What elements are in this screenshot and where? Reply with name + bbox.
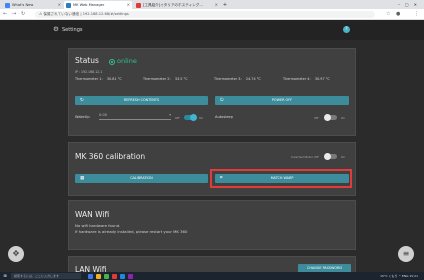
gear-icon: ⚙ bbox=[53, 25, 59, 33]
os-taskbar: ⊞ 検索するには、ここに入力します 15°C くもり ^ ENG 15:21 bbox=[0, 272, 424, 280]
thermometer-1: Thermometer 1: 30.81 °C bbox=[75, 77, 122, 81]
status-heading: Status bbox=[75, 56, 99, 65]
tab-favicon-icon bbox=[66, 2, 71, 8]
app-icon[interactable] bbox=[112, 273, 117, 279]
browser-tab-strip: What's New × MK Web Manager × [工具紹介]イタリア… bbox=[0, 0, 424, 9]
power-icon: ⏻ bbox=[220, 98, 224, 103]
app-icon[interactable] bbox=[88, 273, 93, 279]
power-off-button[interactable]: ⏻ POWER OFF bbox=[215, 96, 349, 105]
autosleep-label: Autosleep bbox=[215, 115, 233, 119]
new-tab-button[interactable]: + bbox=[221, 1, 229, 9]
online-status-icon bbox=[109, 59, 115, 65]
taskbar-search[interactable]: 検索するには、ここに入力します bbox=[11, 273, 81, 279]
browser-tab[interactable]: What's New × bbox=[3, 1, 63, 9]
tab-close-icon[interactable]: × bbox=[127, 1, 130, 9]
status-card: Status online IP : 192.168.12.1 Thermome… bbox=[68, 48, 356, 136]
inverted-motor-toggle[interactable] bbox=[324, 153, 337, 160]
wan-wifi-card: WAN Wifi No wifi hardware found. If hard… bbox=[68, 200, 356, 250]
menu-kebab-icon[interactable]: ⋮ bbox=[414, 9, 419, 20]
page-title: Settings bbox=[62, 27, 83, 33]
grid-icon: ▦ bbox=[80, 176, 85, 181]
star-icon[interactable]: ☆ bbox=[386, 9, 390, 20]
taskbar-clock: 15°C くもり ^ ENG 15:21 bbox=[380, 274, 418, 278]
refresh-icon: ↻ bbox=[80, 98, 84, 103]
wan-heading: WAN Wifi bbox=[75, 210, 110, 219]
wan-message: No wifi hardware found. If hardware is a… bbox=[75, 223, 188, 234]
tab-close-icon[interactable]: × bbox=[215, 1, 218, 9]
hamburger-icon: ≡ bbox=[402, 249, 410, 258]
refresh-contents-button[interactable]: ↻ REFRESH CONTENTS bbox=[75, 96, 208, 105]
window-controls[interactable]: –▢✕ bbox=[398, 0, 422, 9]
app-icon[interactable] bbox=[96, 273, 101, 279]
browser-tab[interactable]: [工具紹介]イタリアのホスティング... × bbox=[134, 1, 220, 9]
menu-fab-button[interactable]: ≡ bbox=[398, 246, 414, 262]
app-header: ⚙ Settings ? bbox=[0, 20, 424, 40]
tab-close-icon[interactable]: × bbox=[58, 1, 61, 9]
wakeup-toggle[interactable] bbox=[184, 114, 197, 121]
thermometer-3: Thermometer 3: 24.74 °C bbox=[214, 77, 261, 81]
app-icon[interactable] bbox=[128, 273, 133, 279]
forward-arrow-icon[interactable]: → bbox=[12, 9, 16, 20]
thermometer-2: Thermometer 2: 33.5 °C bbox=[143, 77, 188, 81]
move-fab-button[interactable]: ✥ bbox=[8, 246, 24, 262]
wakeup-label: WakeUp bbox=[75, 115, 90, 119]
reload-icon[interactable]: ↻ bbox=[21, 9, 25, 20]
autosleep-toggle[interactable] bbox=[324, 114, 337, 121]
highlight-box bbox=[210, 169, 352, 188]
url-field[interactable]: ⚠ 保護されていない通信 | 192.168.12.68/#/settings bbox=[35, 11, 375, 18]
windows-start-icon[interactable]: ⊞ bbox=[2, 273, 8, 279]
status-badge: online bbox=[117, 57, 137, 65]
tab-favicon-icon bbox=[5, 2, 10, 8]
ip-address: IP : 192.168.12.1 bbox=[75, 70, 103, 74]
wakeup-time-select[interactable]: 0:00 ▾ bbox=[99, 113, 171, 120]
tab-favicon-icon bbox=[136, 2, 141, 8]
inverted-motor-label: Inverted Motor Off bbox=[291, 155, 319, 159]
help-icon[interactable]: ? bbox=[343, 26, 350, 33]
profile-icon[interactable]: ● bbox=[396, 9, 400, 20]
app-icon[interactable] bbox=[120, 273, 125, 279]
move-icon: ✥ bbox=[12, 249, 20, 258]
calibration-heading: MK 360 calibration bbox=[75, 152, 146, 161]
chevron-down-icon: ▾ bbox=[169, 113, 171, 117]
app-icon[interactable] bbox=[104, 273, 109, 279]
back-arrow-icon[interactable]: ← bbox=[3, 9, 7, 20]
browser-tab-active[interactable]: MK Web Manager × bbox=[64, 1, 132, 9]
thermometer-4: Thermometer 4: 30.97 °C bbox=[283, 77, 330, 81]
address-bar-row: ← → ↻ ⚠ 保護されていない通信 | 192.168.12.68/#/set… bbox=[0, 9, 424, 20]
url-text: 192.168.12.68/#/settings bbox=[82, 12, 129, 16]
calibration-button[interactable]: ▦ CALIBRATION bbox=[75, 174, 208, 183]
